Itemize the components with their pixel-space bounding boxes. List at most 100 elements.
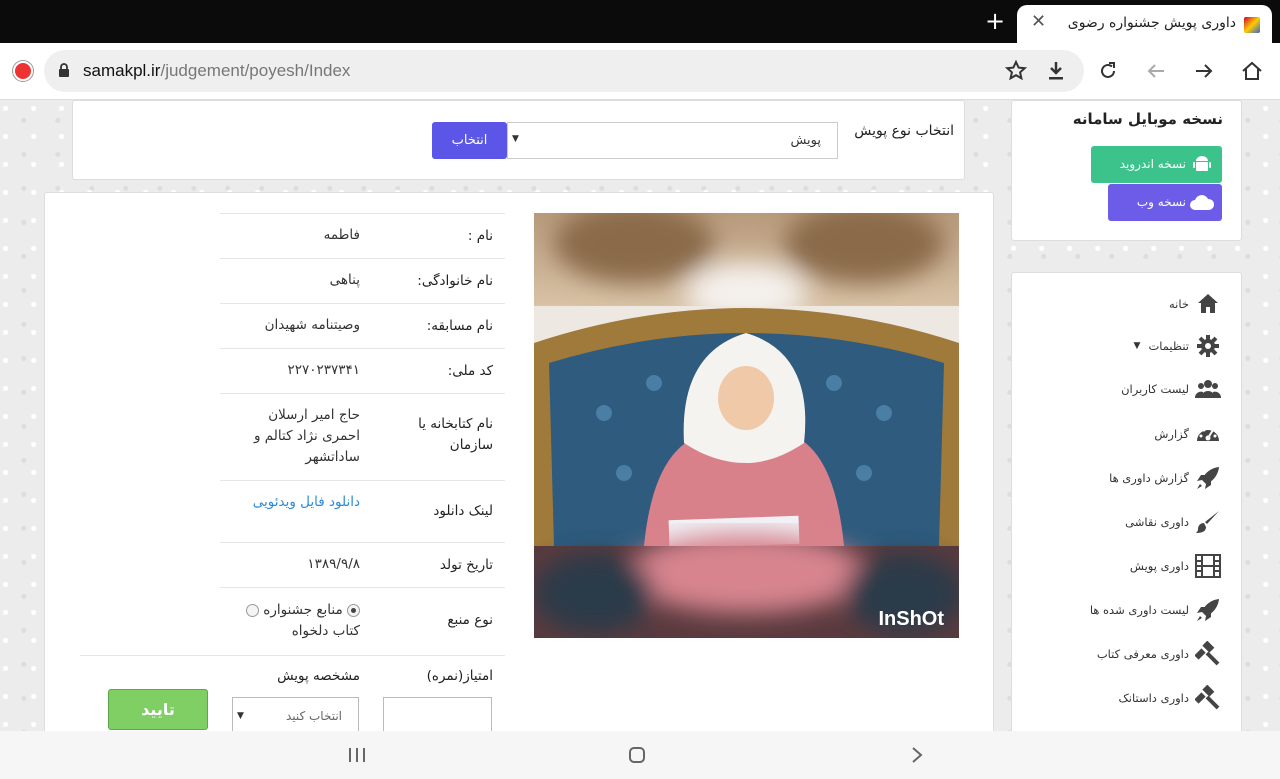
select-value: پویش xyxy=(790,133,821,148)
source-type-label: نوع منبع xyxy=(447,612,493,628)
source-options: منابع جشنواره کتاب دلخواه xyxy=(230,600,360,642)
android-icon xyxy=(1193,156,1211,171)
sidebar-item-label: داوری نقاشی xyxy=(1125,515,1189,529)
home-icon xyxy=(1195,291,1221,317)
name-label: نام : xyxy=(467,228,493,244)
tab-bar: + داوری پویش جشنواره رضوی ✕ xyxy=(0,0,1280,43)
gavel-icon xyxy=(1194,684,1221,711)
family-label: نام خانوادگی: xyxy=(417,273,493,289)
sidebar-item-label: داوری داستانک xyxy=(1118,691,1190,705)
system-navigation-bar xyxy=(0,731,1280,779)
chevron-down-icon: ▼ xyxy=(1133,341,1141,351)
sidebar-item-home[interactable]: خانه xyxy=(1169,289,1221,319)
radio-festival-sources[interactable] xyxy=(347,603,360,617)
forward-icon[interactable] xyxy=(1192,59,1216,83)
page-content: نسخه موبایل سامانه نسخه اندروید نسخه وب … xyxy=(0,100,1280,731)
web-version-button[interactable]: نسخه وب xyxy=(1108,184,1222,221)
row-library: نام کتابخانه یا سازمان حاج امیر ارسلان ا… xyxy=(220,393,505,480)
sidebar-nav: خانه تنظیمات ▼ لیست کاربران گزارش گزارش … xyxy=(1011,272,1242,731)
extension-icon[interactable] xyxy=(13,61,33,81)
score-label: امتیاز(نمره) xyxy=(426,668,493,684)
sidebar-item-label: گزارش داوری ها xyxy=(1109,471,1189,485)
birthdate-value: ۱۳۸۹/۹/۸ xyxy=(307,556,360,572)
mobile-title: نسخه موبایل سامانه xyxy=(1072,110,1223,128)
sidebar-item-label: خانه xyxy=(1169,297,1189,311)
recent-apps-icon[interactable] xyxy=(348,747,366,763)
contest-label: نام مسابقه: xyxy=(426,318,493,334)
source-option-custom: کتاب دلخواه xyxy=(291,623,360,639)
family-value: پناهی xyxy=(329,272,360,288)
film-icon xyxy=(1195,553,1221,579)
users-icon xyxy=(1194,376,1222,402)
address-bar[interactable]: samakpl.ir/judgement/poyesh/Index xyxy=(44,50,1084,92)
radio-custom-book[interactable] xyxy=(245,603,259,617)
video-frame: InShOt xyxy=(534,213,959,638)
lock-icon xyxy=(59,63,69,77)
spec-select[interactable]: انتخاب کنید ▼ xyxy=(232,697,359,731)
name-value: فاطمه xyxy=(323,227,360,243)
row-family: نام خانوادگی: پناهی xyxy=(220,258,505,303)
national-id-label: کد ملی: xyxy=(447,363,493,379)
poyesh-type-select[interactable]: پویش ▼ xyxy=(507,122,838,159)
sidebar-item-report[interactable]: گزارش xyxy=(1154,419,1221,449)
brush-icon xyxy=(1195,509,1221,535)
home-circle-icon[interactable] xyxy=(628,746,646,764)
spec-label: مشخصه پویش xyxy=(277,668,360,684)
sidebar-item-label: لیست داوری شده ها xyxy=(1089,603,1189,617)
url-path: /judgement/poyesh/Index xyxy=(160,61,351,80)
sidebar-item-label: داوری معرفی کتاب xyxy=(1096,647,1189,661)
row-birthdate: تاریخ تولد ۱۳۸۹/۹/۸ xyxy=(220,542,505,587)
back-chevron-icon[interactable] xyxy=(911,746,923,764)
chevron-down-icon: ▼ xyxy=(237,711,244,721)
row-download: لینک دانلود دانلود فایل ویدئویی xyxy=(220,480,505,542)
sidebar-item-short-story[interactable]: داوری داستانک xyxy=(1119,683,1222,713)
sidebar-item-label: داوری پویش xyxy=(1129,559,1189,573)
url-domain: samakpl.ir xyxy=(83,61,161,80)
rocket-icon xyxy=(1195,465,1221,491)
download-video-link[interactable]: دانلود فایل ویدئویی xyxy=(200,492,360,513)
chevron-down-icon: ▼ xyxy=(512,134,519,144)
select-button[interactable]: انتخاب xyxy=(432,122,507,159)
back-icon[interactable] xyxy=(1144,59,1168,83)
confirm-button[interactable]: تایید xyxy=(108,689,208,730)
dashboard-icon xyxy=(1195,421,1221,447)
library-label: نام کتابخانه یا سازمان xyxy=(418,416,493,453)
mobile-version-panel: نسخه موبایل سامانه نسخه اندروید نسخه وب xyxy=(1011,100,1242,241)
tab-title: داوری پویش جشنواره رضوی xyxy=(1067,15,1236,31)
gavel-icon xyxy=(1194,640,1221,667)
row-national-id: کد ملی: ۲۲۷۰۲۳۷۳۴۱ xyxy=(220,348,505,393)
sidebar-item-settings[interactable]: تنظیمات ▼ xyxy=(1134,331,1221,361)
cloud-icon xyxy=(1190,195,1215,210)
bookmark-star-icon[interactable] xyxy=(1004,59,1028,83)
birthdate-label: تاریخ تولد xyxy=(439,557,493,573)
score-input[interactable] xyxy=(383,697,492,731)
submission-panel: InShOt نام : فاطمه نام خانوادگی: پناهی ن… xyxy=(44,192,994,731)
national-id-value: ۲۲۷۰۲۳۷۳۴۱ xyxy=(287,362,360,378)
close-tab-icon[interactable]: ✕ xyxy=(1031,11,1046,32)
video-player[interactable]: InShOt xyxy=(534,213,959,638)
sidebar-item-book-intro[interactable]: داوری معرفی کتاب xyxy=(1097,639,1221,669)
selector-label: انتخاب نوع پویش xyxy=(854,123,954,139)
spec-placeholder: انتخاب کنید xyxy=(285,709,342,723)
reload-icon[interactable] xyxy=(1096,59,1120,83)
home-page-icon[interactable] xyxy=(1240,59,1264,83)
sidebar-item-label: لیست کاربران xyxy=(1121,382,1189,396)
android-label: نسخه اندروید xyxy=(1119,157,1186,171)
library-value: حاج امیر ارسلان احمری نژاد کتالم و سادات… xyxy=(254,407,360,465)
sidebar-item-label: تنظیمات xyxy=(1148,339,1189,353)
sidebar-item-poyesh[interactable]: داوری پویش xyxy=(1130,551,1221,581)
video-watermark: InShOt xyxy=(878,608,944,630)
sidebar-item-painting[interactable]: داوری نقاشی xyxy=(1125,507,1221,537)
sidebar-item-users[interactable]: لیست کاربران xyxy=(1121,374,1222,404)
browser-toolbar: samakpl.ir/judgement/poyesh/Index xyxy=(0,43,1280,100)
sidebar-item-judging-report[interactable]: گزارش داوری ها xyxy=(1109,463,1221,493)
android-version-button[interactable]: نسخه اندروید xyxy=(1091,146,1222,183)
download-icon[interactable] xyxy=(1044,59,1068,83)
favicon-icon xyxy=(1244,17,1260,33)
sidebar-item-judged-list[interactable]: لیست داوری شده ها xyxy=(1090,595,1221,625)
row-name: نام : فاطمه xyxy=(220,213,505,258)
browser-tab[interactable]: داوری پویش جشنواره رضوی ✕ xyxy=(1017,5,1272,43)
rocket-icon xyxy=(1195,597,1221,623)
download-label: لینک دانلود xyxy=(433,503,493,519)
new-tab-button[interactable]: + xyxy=(985,9,1005,33)
